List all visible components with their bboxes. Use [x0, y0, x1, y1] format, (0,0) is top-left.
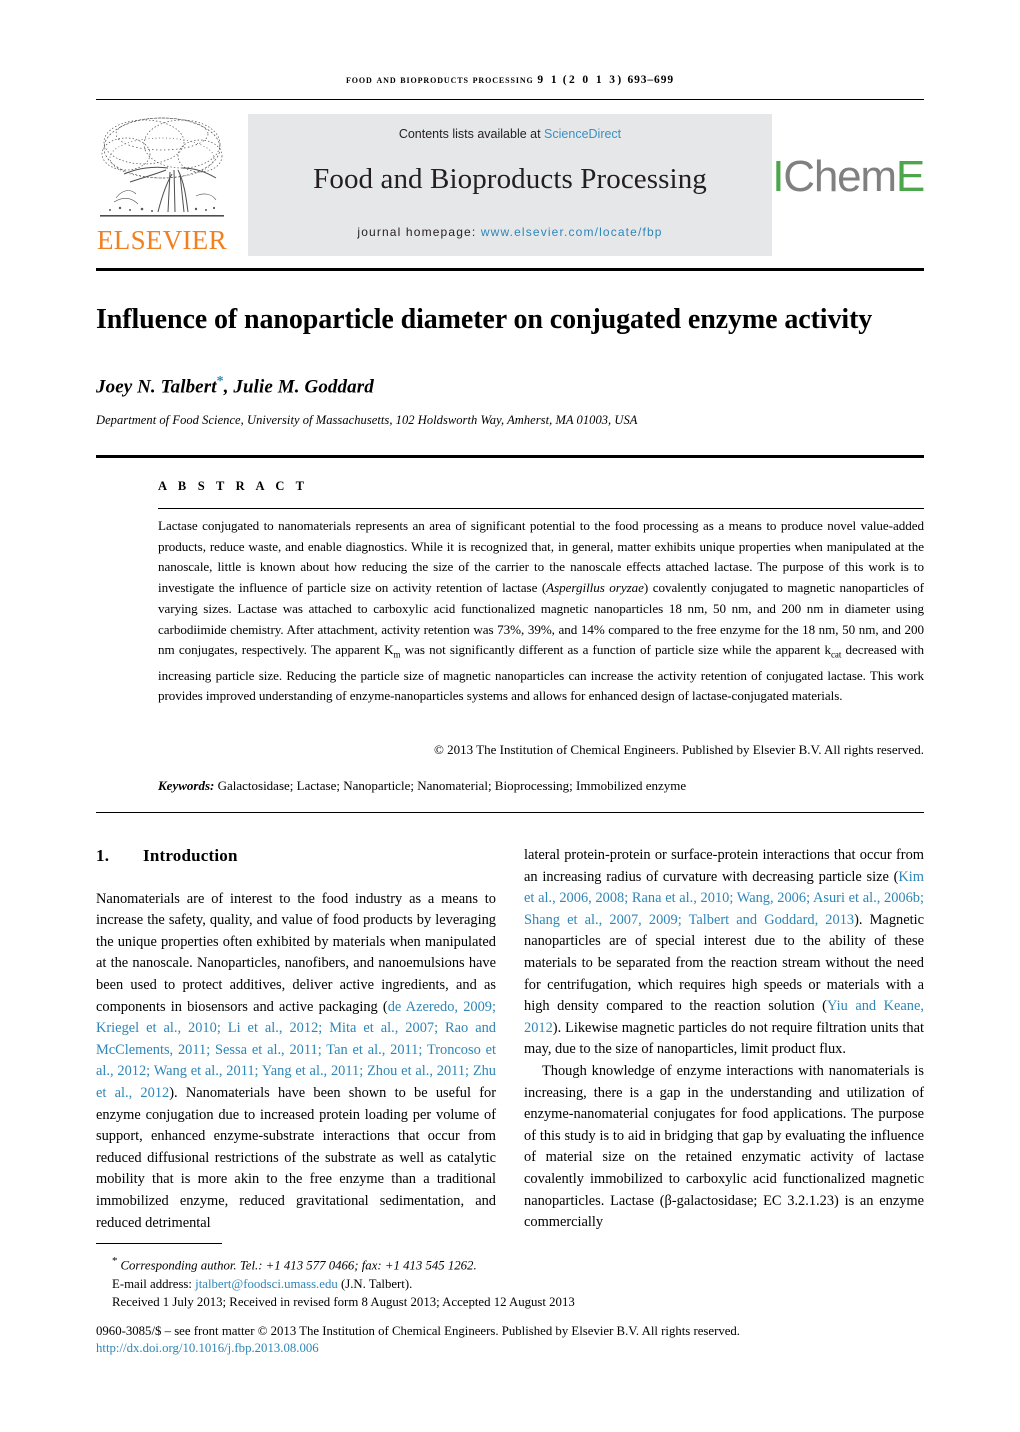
author-primary: Joey N. Talbert [96, 376, 217, 398]
author-secondary: , Julie M. Goddard [223, 376, 374, 398]
abstract-copyright: © 2013 The Institution of Chemical Engin… [434, 742, 924, 757]
journal-homepage-label: journal homepage: [357, 225, 477, 239]
masthead-divider [96, 268, 924, 271]
running-head-volume: 9 1 [537, 74, 559, 86]
abstract-species-name: Aspergillus oryzae [546, 580, 644, 596]
elsevier-wordmark: ELSEVIER [97, 225, 227, 255]
elsevier-tree-icon [96, 112, 228, 224]
intro-left-text-2: ). Nanomaterials have been shown to be u… [96, 1084, 496, 1231]
kcat-subscript: cat [830, 649, 842, 660]
running-head-journal: FOOD AND BIOPRODUCTS PROCESSING [345, 74, 534, 86]
icheme-logo: IChemE [772, 152, 925, 201]
body-column-left: 1. Introduction Nanomaterials are of inte… [96, 845, 496, 1234]
abstract-heading: A B S T R A C T [158, 479, 309, 493]
footnote-corresponding-author: * Corresponding author. Tel.: +1 413 577 … [96, 1252, 924, 1275]
intro-paragraph-left: Nanomaterials are of interest to the foo… [96, 889, 496, 1235]
sciencedirect-link[interactable]: ScienceDirect [544, 127, 621, 141]
body-column-right: lateral protein-protein or surface-prote… [524, 845, 924, 1234]
author-list: Joey N. Talbert*, Julie M. Goddard [96, 374, 886, 398]
contents-lists-line: Contents lists available at ScienceDirec… [248, 114, 772, 141]
footnote-email-line: E-mail address: jtalbert@foodsci.umass.e… [96, 1275, 924, 1294]
journal-homepage-link[interactable]: www.elsevier.com/locate/fbp [481, 225, 663, 239]
intro-right-text-1: lateral protein-protein or surface-prote… [524, 847, 924, 885]
front-matter-copyright: 0960-3085/$ – see front matter © 2013 Th… [96, 1324, 741, 1338]
intro-right-text-3: ). Likewise magnetic particles do not re… [524, 1019, 924, 1058]
footnote-star-marker: * [112, 1255, 118, 1267]
journal-masthead: ELSEVIER Contents lists available at Sci… [96, 112, 925, 260]
icheme-letter-i: I [772, 152, 784, 201]
abstract-divider [158, 508, 924, 509]
abstract-part-3: was not significantly different as a fun… [400, 642, 831, 658]
footnote-email-owner: (J.N. Talbert). [340, 1276, 413, 1291]
corresponding-author-marker: * [216, 374, 224, 389]
footnote-divider [96, 1243, 222, 1244]
keywords-values: Galactosidase; Lactase; Nanoparticle; Na… [217, 778, 687, 793]
abstract-text: Lactase conjugated to nanomaterials repr… [158, 516, 924, 707]
abstract-bottom-divider [96, 812, 924, 813]
elsevier-logo: ELSEVIER [96, 112, 234, 260]
running-head-year: (2 0 1 3) [562, 74, 624, 86]
author-affiliation: Department of Food Science, University o… [96, 413, 638, 427]
header-divider [96, 99, 924, 100]
title-divider [96, 455, 924, 458]
journal-title: Food and Bioproducts Processing [313, 163, 707, 195]
section-title: Introduction [143, 846, 238, 865]
icheme-letters-chem: Chem [783, 152, 897, 201]
footnote-email-label: E-mail address: [112, 1276, 192, 1291]
icheme-letter-e: E [895, 152, 925, 201]
intro-paragraph-right-continued: lateral protein-protein or surface-prote… [524, 845, 924, 1061]
journal-article-page: FOOD AND BIOPRODUCTS PROCESSING 9 1 (2 0… [0, 0, 1020, 1432]
intro-left-text-1: Nanomaterials are of interest to the foo… [96, 890, 496, 1015]
section-heading-introduction: 1. Introduction [96, 845, 496, 867]
keywords-line: Keywords: Galactosidase; Lactase; Nanopa… [158, 778, 924, 794]
journal-banner: Contents lists available at ScienceDirec… [248, 114, 772, 256]
footnote-corresponding-text: Corresponding author. Tel.: +1 413 577 0… [120, 1258, 477, 1273]
running-head-pages: 693–699 [627, 74, 675, 86]
journal-homepage-line: journal homepage: www.elsevier.com/locat… [248, 225, 772, 239]
footnote-email-link[interactable]: jtalbert@foodsci.umass.edu [195, 1277, 338, 1291]
contents-lists-prefix: Contents lists available at [398, 127, 545, 141]
intro-paragraph-right-second: Though knowledge of enzyme interactions … [524, 1062, 924, 1231]
footnote-block: * Corresponding author. Tel.: +1 413 577 … [96, 1252, 924, 1312]
doi-link[interactable]: http://dx.doi.org/10.1016/j.fbp.2013.08.… [96, 1341, 319, 1356]
footnote-received-dates: Received 1 July 2013; Received in revise… [112, 1295, 575, 1310]
running-head: FOOD AND BIOPRODUCTS PROCESSING 9 1 (2 0… [96, 74, 924, 86]
section-number: 1. [96, 846, 110, 865]
keywords-label: Keywords: [158, 778, 215, 793]
page-title: Influence of nanoparticle diameter on co… [96, 303, 873, 335]
